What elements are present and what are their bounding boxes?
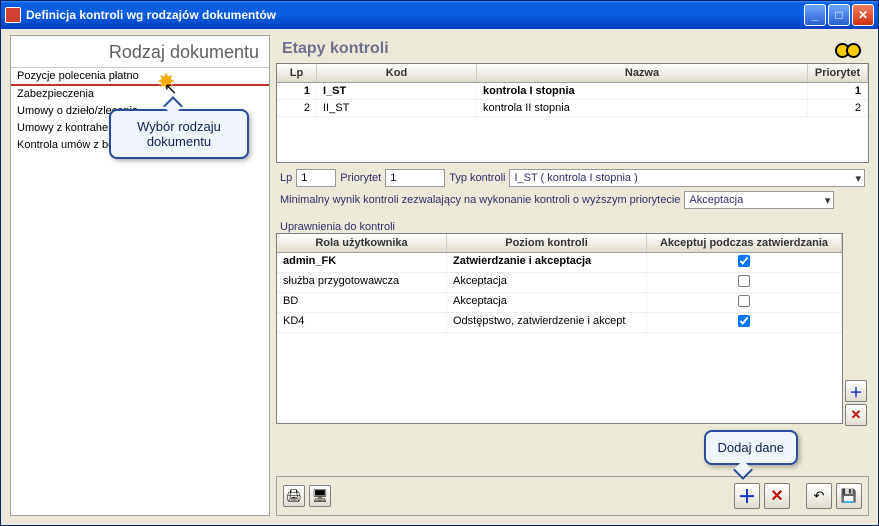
table-row[interactable]: 1 I_ST kontrola I stopnia 1 bbox=[277, 83, 868, 100]
screen-button[interactable]: 🖥 bbox=[309, 485, 331, 507]
lp-input[interactable] bbox=[296, 169, 336, 187]
permissions-heading: Uprawnienia do kontroli bbox=[276, 219, 869, 233]
stages-heading-text: Etapy kontroli bbox=[282, 40, 389, 58]
col-pri: Priorytet bbox=[808, 64, 868, 82]
stages-grid-body: 1 I_ST kontrola I stopnia 1 2 II_ST kont… bbox=[277, 83, 868, 117]
document-type-heading: Rodzaj dokumentu bbox=[11, 36, 269, 67]
minimize-button[interactable]: _ bbox=[804, 4, 826, 26]
save-icon: 💾 bbox=[841, 488, 857, 504]
window-controls: _ □ ✕ bbox=[804, 4, 874, 26]
document-type-item[interactable]: Pozycje polecenia płatno bbox=[11, 68, 269, 86]
accept-checkbox[interactable] bbox=[738, 275, 750, 287]
table-row[interactable]: BD Akceptacja bbox=[277, 293, 842, 313]
permissions-grid-header: Rola użytkownika Poziom kontroli Akceptu… bbox=[277, 234, 842, 253]
stages-heading: Etapy kontroli bbox=[276, 35, 869, 63]
delete-permission-button[interactable]: ✕ bbox=[845, 404, 867, 426]
type-select[interactable]: I_ST ( kontrola I stopnia ) bbox=[509, 169, 865, 187]
col-accept: Akceptuj podczas zatwierdzania bbox=[647, 234, 842, 252]
app-icon bbox=[5, 7, 21, 23]
delete-button[interactable]: ✕ bbox=[764, 483, 790, 509]
accept-checkbox[interactable] bbox=[738, 255, 750, 267]
permissions-grid-body: admin_FK Zatwierdzanie i akceptacja służ… bbox=[277, 253, 842, 423]
undo-button[interactable]: ↶ bbox=[806, 483, 832, 509]
col-level: Poziom kontroli bbox=[447, 234, 647, 252]
stage-fields: Lp Priorytet Typ kontroli I_ST ( kontrol… bbox=[276, 163, 869, 219]
permissions-grid[interactable]: Rola użytkownika Poziom kontroli Akceptu… bbox=[276, 233, 843, 424]
priority-input[interactable] bbox=[385, 169, 445, 187]
undo-icon: ↶ bbox=[814, 488, 825, 504]
screen-icon: 🖥 bbox=[312, 488, 329, 504]
save-button[interactable]: 💾 bbox=[836, 483, 862, 509]
x-icon: ✕ bbox=[851, 407, 862, 423]
close-button[interactable]: ✕ bbox=[852, 4, 874, 26]
table-row[interactable]: admin_FK Zatwierdzanie i akceptacja bbox=[277, 253, 842, 273]
callout-select-doc-type: Wybór rodzaju dokumentu bbox=[109, 109, 249, 159]
type-label: Typ kontroli bbox=[449, 172, 505, 184]
col-nazwa: Nazwa bbox=[477, 64, 808, 82]
titlebar: Definicja kontroli wg rodzajów dokumentó… bbox=[1, 1, 878, 29]
search-icon[interactable] bbox=[833, 39, 863, 59]
plus-icon: ＋ bbox=[738, 483, 756, 509]
stages-grid[interactable]: Lp Kod Nazwa Priorytet 1 I_ST kontrola I… bbox=[276, 63, 869, 163]
add-permission-button[interactable]: ＋ bbox=[845, 380, 867, 402]
print-icon: 🖨 bbox=[286, 488, 303, 504]
add-button[interactable]: ＋ bbox=[734, 483, 760, 509]
document-type-panel: Rodzaj dokumentu Pozycje polecenia płatn… bbox=[10, 35, 270, 516]
lp-label: Lp bbox=[280, 172, 292, 184]
table-row[interactable]: służba przygotowawcza Akceptacja bbox=[277, 273, 842, 293]
document-type-item[interactable]: Zabezpieczenia bbox=[11, 86, 269, 103]
x-icon: ✕ bbox=[770, 486, 783, 506]
accept-checkbox[interactable] bbox=[738, 315, 750, 327]
print-button[interactable]: 🖨 bbox=[283, 485, 305, 507]
app-window: Definicja kontroli wg rodzajów dokumentó… bbox=[0, 0, 879, 526]
col-lp: Lp bbox=[277, 64, 317, 82]
plus-icon: ＋ bbox=[849, 382, 862, 401]
col-role: Rola użytkownika bbox=[277, 234, 447, 252]
maximize-button[interactable]: □ bbox=[828, 4, 850, 26]
callout-add-data: Dodaj dane bbox=[704, 430, 799, 465]
min-result-select[interactable]: Akceptacja bbox=[684, 191, 834, 209]
bottom-toolbar: 🖨 🖥 ＋ ✕ ↶ 💾 bbox=[276, 476, 869, 516]
window-title: Definicja kontroli wg rodzajów dokumentó… bbox=[26, 8, 276, 22]
accept-checkbox[interactable] bbox=[738, 295, 750, 307]
permissions-side-buttons: ＋ ✕ bbox=[845, 380, 867, 426]
table-row[interactable]: KD4 Odstępstwo, zatwierdzenie i akcept bbox=[277, 313, 842, 333]
table-row[interactable]: 2 II_ST kontrola II stopnia 2 bbox=[277, 100, 868, 117]
priority-label: Priorytet bbox=[340, 172, 381, 184]
min-result-label: Minimalny wynik kontroli zezwalający na … bbox=[280, 194, 680, 206]
col-kod: Kod bbox=[317, 64, 477, 82]
stages-grid-header: Lp Kod Nazwa Priorytet bbox=[277, 64, 868, 83]
